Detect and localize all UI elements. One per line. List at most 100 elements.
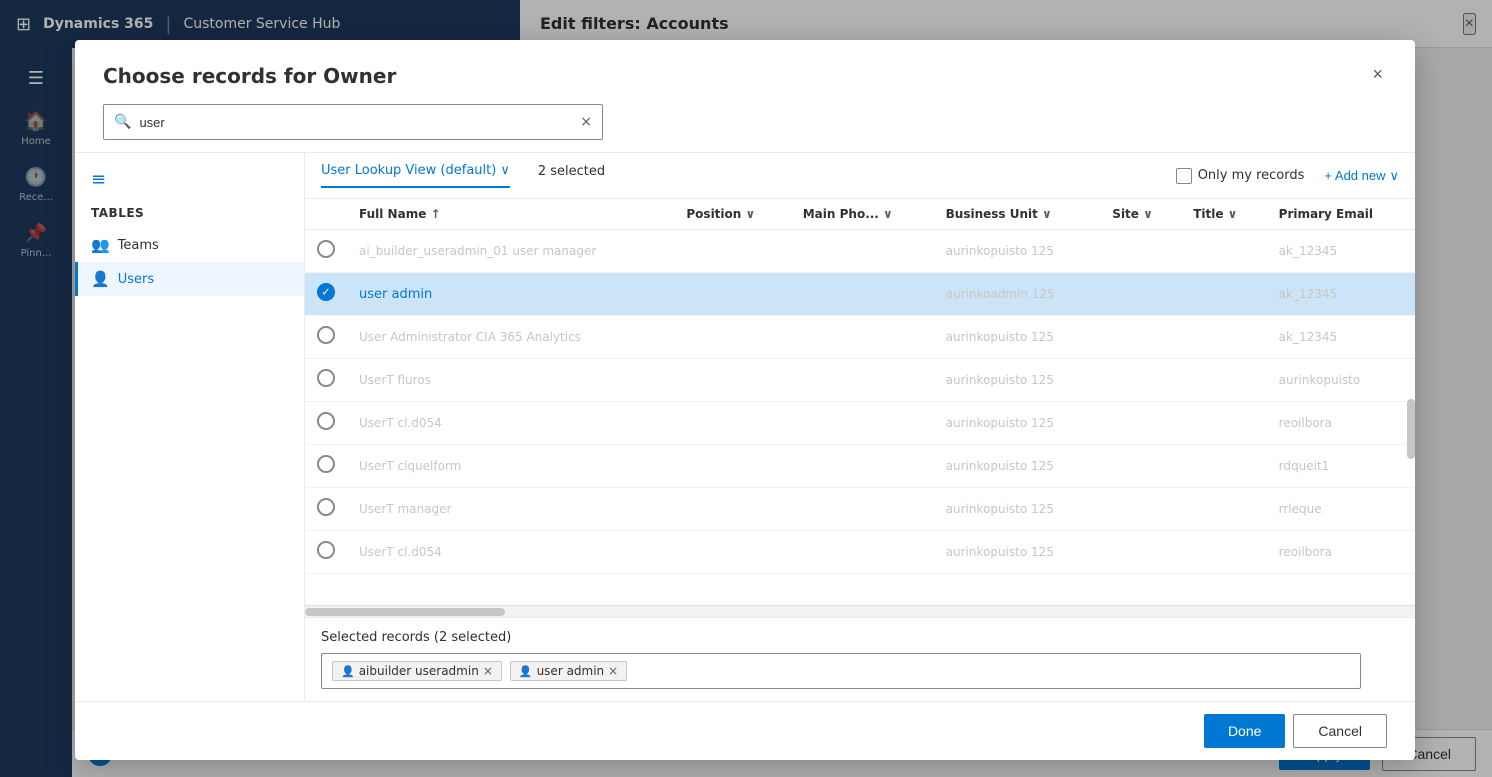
view-selector-label: User Lookup View (default) [321, 163, 496, 178]
th-position[interactable]: Position ∨ [674, 199, 790, 230]
horizontal-scrollbar[interactable] [305, 605, 1415, 617]
tag-name-1: aibuilder useradmin [359, 664, 479, 678]
only-my-records-checkbox[interactable] [1176, 168, 1192, 184]
vertical-scrollbar-thumb[interactable] [1407, 399, 1415, 459]
modal-title: Choose records for Owner [103, 64, 396, 88]
choose-records-modal: Choose records for Owner × 🔍 × ≡ Tables … [75, 40, 1415, 760]
table-area[interactable]: Full Name ↑ Position ∨ Main Pho... ∨ Bus… [305, 199, 1415, 605]
table-row[interactable]: UserT manager aurinkopuisto 125 rrleque [305, 488, 1415, 531]
row-radio-7[interactable] [317, 498, 335, 516]
modal-header: Choose records for Owner × [75, 40, 1415, 104]
row-radio-2[interactable] [317, 283, 335, 301]
selected-records-section: Selected records (2 selected) 👤 aibuilde… [305, 617, 1415, 701]
th-fullname[interactable]: Full Name ↑ [347, 199, 674, 230]
tag-remove-2[interactable]: × [608, 664, 618, 678]
th-site[interactable]: Site ∨ [1100, 199, 1181, 230]
tag-aibuilder[interactable]: 👤 aibuilder useradmin × [332, 661, 502, 681]
table-row[interactable]: UserT clquelform aurinkopuisto 125 rdque… [305, 445, 1415, 488]
cancel-button[interactable]: Cancel [1293, 714, 1387, 748]
row-name-8[interactable]: UserT cl.d054 [359, 545, 442, 559]
th-title[interactable]: Title ∨ [1181, 199, 1266, 230]
row-radio-3[interactable] [317, 326, 335, 344]
row-bu-6: aurinkopuisto 125 [946, 459, 1054, 473]
done-button[interactable]: Done [1204, 714, 1285, 748]
view-selector-chevron: ∨ [500, 163, 510, 178]
table-body: ai_builder_useradmin_01 user manager aur… [305, 230, 1415, 574]
th-businessunit[interactable]: Business Unit ∨ [934, 199, 1101, 230]
row-bu-2: aurinkoadmin 125 [946, 287, 1055, 301]
search-box: 🔍 × [103, 104, 603, 140]
only-my-records-label: Only my records [1198, 168, 1305, 183]
row-bu-1: aurinkopuisto 125 [946, 244, 1054, 258]
only-my-records-toggle[interactable]: Only my records [1176, 168, 1305, 184]
row-name-4[interactable]: UserT fluros [359, 373, 431, 387]
selected-tags-container: 👤 aibuilder useradmin × 👤 user admin × [321, 653, 1361, 689]
teams-icon: 👥 [91, 236, 110, 254]
row-name-1[interactable]: ai_builder_useradmin_01 user manager [359, 244, 596, 258]
row-radio-6[interactable] [317, 455, 335, 473]
table-row[interactable]: user admin aurinkoadmin 125 ak_12345 [305, 273, 1415, 316]
row-email-2: ak_12345 [1279, 287, 1337, 301]
tag-person-icon-1: 👤 [341, 665, 355, 678]
view-selector[interactable]: User Lookup View (default) ∨ [321, 163, 510, 188]
th-mainphone[interactable]: Main Pho... ∨ [791, 199, 934, 230]
row-radio-8[interactable] [317, 541, 335, 559]
left-panel: ≡ Tables 👥 Teams 👤 Users [75, 153, 305, 701]
th-select [305, 199, 347, 230]
selected-count: 2 selected [538, 164, 605, 187]
row-bu-7: aurinkopuisto 125 [946, 502, 1054, 516]
modal-close-button[interactable]: × [1368, 64, 1387, 85]
table-row[interactable]: ai_builder_useradmin_01 user manager aur… [305, 230, 1415, 273]
tag-useradmin[interactable]: 👤 user admin × [510, 661, 627, 681]
table-header: Full Name ↑ Position ∨ Main Pho... ∨ Bus… [305, 199, 1415, 230]
filter-icon: ≡ [75, 169, 304, 202]
modal-footer: Done Cancel [75, 701, 1415, 760]
sidebar-item-users[interactable]: 👤 Users [75, 262, 304, 296]
row-email-6: rdqueit1 [1279, 459, 1330, 473]
add-new-label: + Add new [1324, 168, 1385, 183]
row-name-6[interactable]: UserT clquelform [359, 459, 461, 473]
tag-remove-1[interactable]: × [483, 664, 493, 678]
tag-name-2: user admin [537, 664, 605, 678]
row-radio-4[interactable] [317, 369, 335, 387]
view-selector-row: User Lookup View (default) ∨ 2 selected … [305, 153, 1415, 199]
right-panel: User Lookup View (default) ∨ 2 selected … [305, 153, 1415, 701]
tag-person-icon-2: 👤 [519, 665, 533, 678]
table-row[interactable]: UserT cl.d054 aurinkopuisto 125 reoilbor… [305, 531, 1415, 574]
horizontal-scrollbar-thumb[interactable] [305, 608, 505, 616]
users-label: Users [118, 272, 154, 287]
records-table: Full Name ↑ Position ∨ Main Pho... ∨ Bus… [305, 199, 1415, 574]
row-bu-4: aurinkopuisto 125 [946, 373, 1054, 387]
row-bu-8: aurinkopuisto 125 [946, 545, 1054, 559]
add-new-chevron: ∨ [1389, 168, 1399, 184]
row-bu-5: aurinkopuisto 125 [946, 416, 1054, 430]
modal-body: ≡ Tables 👥 Teams 👤 Users User Lookup Vie… [75, 152, 1415, 701]
row-bu-3: aurinkopuisto 125 [946, 330, 1054, 344]
search-row: 🔍 × [75, 104, 1415, 152]
row-email-5: reoilbora [1279, 416, 1332, 430]
sidebar-item-teams[interactable]: 👥 Teams [75, 228, 304, 262]
th-primaryemail[interactable]: Primary Email [1267, 199, 1415, 230]
row-name-5[interactable]: UserT cl.d054 [359, 416, 442, 430]
row-name-7[interactable]: UserT manager [359, 502, 451, 516]
search-input[interactable] [139, 115, 580, 130]
row-name-2[interactable]: user admin [359, 287, 432, 302]
row-email-3: ak_12345 [1279, 330, 1337, 344]
teams-label: Teams [118, 238, 159, 253]
selected-records-label: Selected records (2 selected) [321, 630, 1399, 645]
row-email-1: ak_12345 [1279, 244, 1337, 258]
search-clear-icon[interactable]: × [580, 114, 592, 130]
row-radio-1[interactable] [317, 240, 335, 258]
row-email-7: rrleque [1279, 502, 1322, 516]
table-row[interactable]: UserT cl.d054 aurinkopuisto 125 reoilbor… [305, 402, 1415, 445]
tables-label: Tables [75, 202, 304, 228]
row-email-4: aurinkopuisto [1279, 373, 1361, 387]
add-new-button[interactable]: + Add new ∨ [1324, 168, 1399, 184]
users-icon: 👤 [91, 270, 110, 288]
table-row[interactable]: UserT fluros aurinkopuisto 125 aurinkopu… [305, 359, 1415, 402]
table-row[interactable]: User Administrator CIA 365 Analytics aur… [305, 316, 1415, 359]
row-name-3[interactable]: User Administrator CIA 365 Analytics [359, 330, 581, 344]
row-radio-5[interactable] [317, 412, 335, 430]
row-email-8: reoilbora [1279, 545, 1332, 559]
search-icon: 🔍 [114, 114, 131, 130]
